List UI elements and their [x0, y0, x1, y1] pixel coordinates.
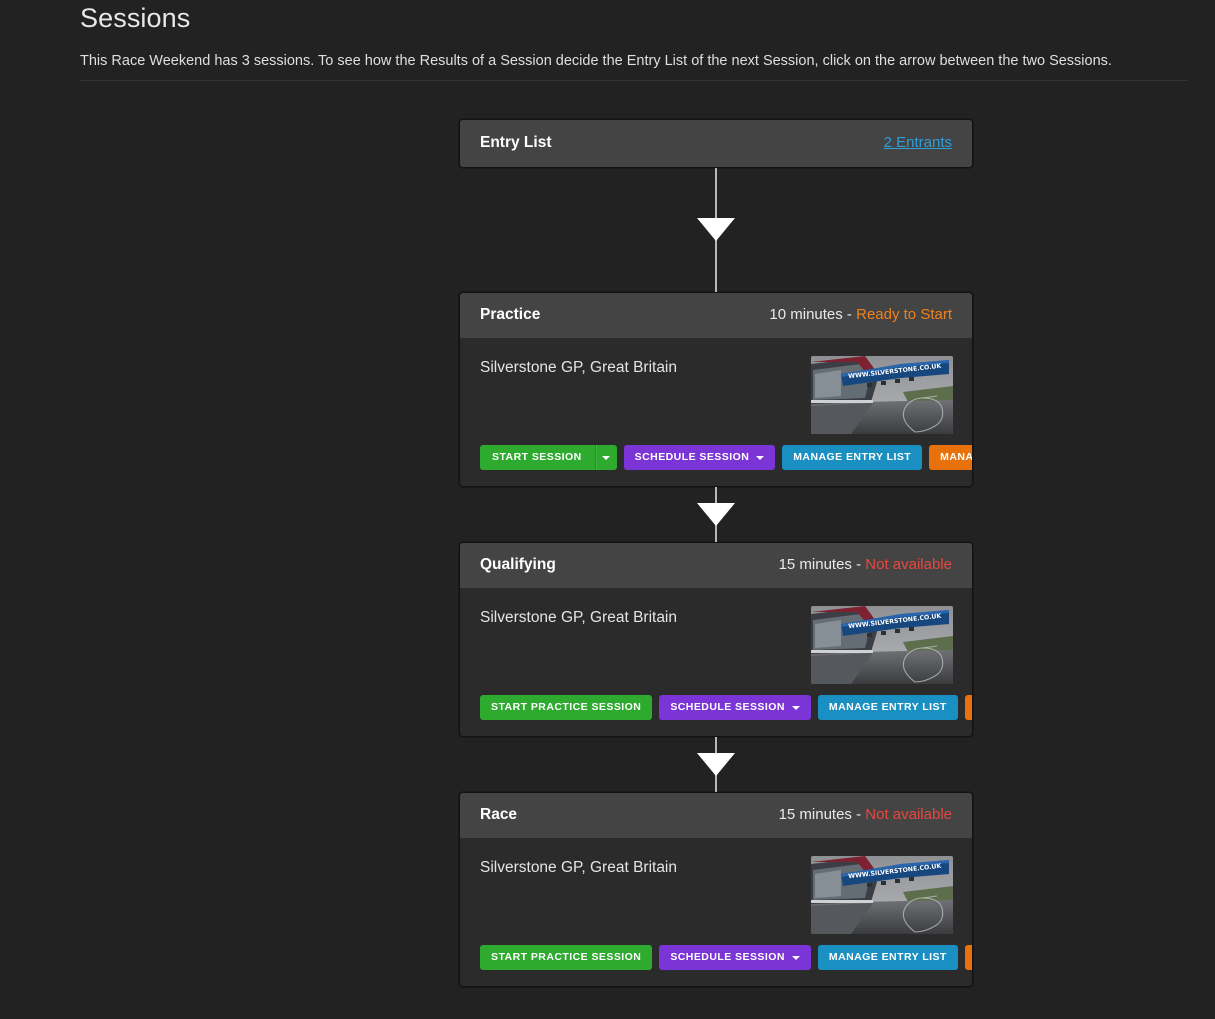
- manage-session-button[interactable]: MANAGE SESSION: [964, 695, 972, 720]
- session-body-qualifying: Silverstone GP, Great Britain WWW.SILVER…: [460, 588, 972, 736]
- chevron-down-icon: [791, 705, 800, 710]
- start-practice-session-button[interactable]: START PRACTICE SESSION: [480, 945, 653, 970]
- session-header-practice: Practice 10 minutes - Ready to Start: [460, 293, 972, 338]
- session-status: 15 minutes - Not available: [779, 556, 952, 573]
- session-duration: 15 minutes -: [778, 806, 866, 823]
- entry-list-title: Entry List: [480, 134, 552, 151]
- session-body-race: Silverstone GP, Great Britain WWW.SILVER…: [460, 838, 972, 986]
- session-flow: Entry List 2 Entrants Practice 10 minute…: [459, 119, 973, 987]
- start-practice-session-button[interactable]: START PRACTICE SESSION: [480, 695, 653, 720]
- session-actions-race: START PRACTICE SESSION SCHEDULE SESSION …: [480, 945, 972, 970]
- session-header-qualifying: Qualifying 15 minutes - Not available: [460, 543, 972, 588]
- page-title: Sessions: [80, 3, 191, 33]
- session-duration: 15 minutes -: [778, 556, 866, 573]
- arrow-down-icon[interactable]: [697, 753, 735, 776]
- manage-entry-list-button[interactable]: MANAGE ENTRY LIST: [782, 445, 923, 470]
- schedule-session-button[interactable]: SCHEDULE SESSION: [659, 945, 811, 970]
- sessions-page: Sessions This Race Weekend has 3 session…: [0, 0, 1215, 1019]
- start-session-dropdown-toggle[interactable]: [594, 445, 617, 470]
- page-header: Sessions This Race Weekend has 3 session…: [80, 0, 1188, 71]
- session-actions-qualifying: START PRACTICE SESSION SCHEDULE SESSION …: [480, 695, 972, 720]
- arrow-down-icon[interactable]: [697, 503, 735, 526]
- chevron-down-icon: [791, 955, 800, 960]
- entry-list-header: Entry List 2 Entrants: [460, 120, 972, 167]
- start-session-button[interactable]: START SESSION: [480, 445, 595, 470]
- track-thumbnail-image: WWW.SILVERSTONE.CO.UK: [811, 606, 953, 684]
- schedule-session-button[interactable]: SCHEDULE SESSION: [623, 445, 776, 470]
- page-description: This Race Weekend has 3 sessions. To see…: [80, 53, 1112, 69]
- schedule-session-label: SCHEDULE SESSION: [670, 701, 785, 714]
- manage-session-button[interactable]: MANAGE SESSION: [964, 945, 972, 970]
- session-card-race: Race 15 minutes - Not available Silverst…: [459, 792, 973, 987]
- session-duration: 10 minutes -: [769, 306, 857, 323]
- session-status: 15 minutes - Not available: [779, 806, 952, 823]
- header-divider: [80, 80, 1188, 81]
- entrants-link[interactable]: 2 Entrants: [884, 134, 952, 151]
- schedule-session-button[interactable]: SCHEDULE SESSION: [659, 695, 811, 720]
- manage-session-button[interactable]: MANAGE SESSION: [929, 445, 973, 470]
- flow-connector-practice-qualifying[interactable]: [459, 487, 973, 542]
- manage-session-label: MANAGE SESSION: [940, 451, 973, 464]
- session-title: Qualifying: [480, 556, 556, 573]
- manage-entry-list-button[interactable]: MANAGE ENTRY LIST: [817, 945, 958, 970]
- arrow-down-icon[interactable]: [697, 218, 735, 241]
- session-status: 10 minutes - Ready to Start: [769, 306, 952, 323]
- session-card-practice: Practice 10 minutes - Ready to Start Sil…: [459, 292, 973, 487]
- manage-entry-list-button[interactable]: MANAGE ENTRY LIST: [817, 695, 958, 720]
- flow-connector-entrylist-practice[interactable]: [459, 168, 973, 292]
- session-status-text: Ready to Start: [856, 306, 952, 323]
- schedule-session-label: SCHEDULE SESSION: [634, 451, 750, 464]
- session-header-race: Race 15 minutes - Not available: [460, 793, 972, 838]
- chevron-down-icon: [602, 455, 611, 460]
- entry-list-card: Entry List 2 Entrants: [459, 119, 973, 168]
- session-status-text: Not available: [865, 556, 952, 573]
- session-card-qualifying: Qualifying 15 minutes - Not available Si…: [459, 542, 973, 737]
- session-title: Race: [480, 806, 518, 823]
- session-status-text: Not available: [865, 806, 952, 823]
- track-thumbnail-image: WWW.SILVERSTONE.CO.UK: [811, 856, 953, 934]
- session-actions-practice: START SESSION SCHEDULE SESSION MANAGE EN…: [480, 445, 973, 470]
- session-body-practice: Silverstone GP, Great Britain WWW.SILVER…: [460, 338, 972, 486]
- schedule-session-label: SCHEDULE SESSION: [670, 951, 785, 964]
- flow-connector-qualifying-race[interactable]: [459, 737, 973, 792]
- chevron-down-icon: [756, 455, 765, 460]
- start-session-split-button[interactable]: START SESSION: [480, 445, 617, 470]
- session-title: Practice: [480, 306, 541, 323]
- track-thumbnail-image: WWW.SILVERSTONE.CO.UK: [811, 356, 953, 434]
